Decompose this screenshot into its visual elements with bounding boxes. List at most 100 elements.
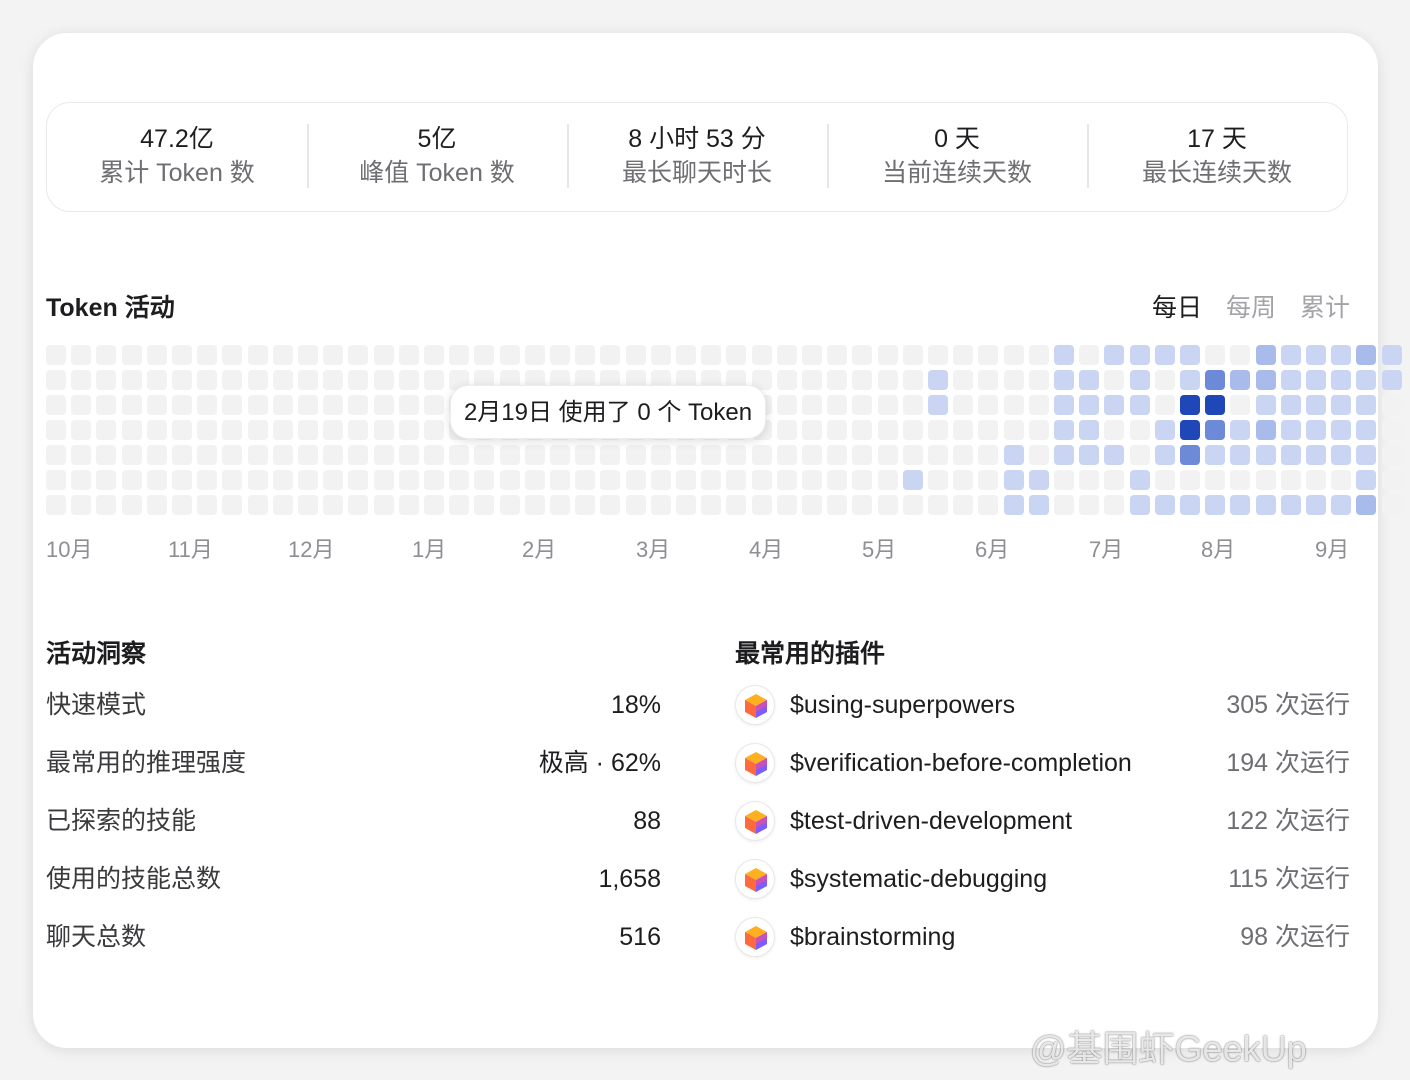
- heatmap-cell[interactable]: [852, 395, 872, 415]
- heatmap-cell[interactable]: [298, 370, 318, 390]
- heatmap-cell[interactable]: [424, 495, 444, 515]
- heatmap-cell[interactable]: [1029, 445, 1049, 465]
- heatmap-cell[interactable]: [399, 495, 419, 515]
- heatmap-cell[interactable]: [903, 395, 923, 415]
- heatmap-cell[interactable]: [1130, 420, 1150, 440]
- heatmap-cell[interactable]: [1256, 395, 1276, 415]
- heatmap-cell[interactable]: [878, 370, 898, 390]
- heatmap-cell[interactable]: [1029, 395, 1049, 415]
- heatmap-cell[interactable]: [122, 495, 142, 515]
- heatmap-cell[interactable]: [71, 470, 91, 490]
- heatmap-cell[interactable]: [248, 420, 268, 440]
- heatmap-cell[interactable]: [424, 370, 444, 390]
- heatmap-cell[interactable]: [676, 495, 696, 515]
- heatmap-cell[interactable]: [147, 370, 167, 390]
- heatmap-cell[interactable]: [852, 370, 872, 390]
- heatmap-cell[interactable]: [1054, 395, 1074, 415]
- heatmap-cell[interactable]: [500, 345, 520, 365]
- heatmap-cell[interactable]: [600, 470, 620, 490]
- heatmap-cell[interactable]: [928, 420, 948, 440]
- heatmap-cell[interactable]: [1104, 395, 1124, 415]
- heatmap-cell[interactable]: [1205, 420, 1225, 440]
- heatmap-cell[interactable]: [1331, 495, 1351, 515]
- heatmap-cell[interactable]: [96, 470, 116, 490]
- heatmap-cell[interactable]: [374, 470, 394, 490]
- heatmap-cell[interactable]: [1130, 370, 1150, 390]
- heatmap-cell[interactable]: [802, 395, 822, 415]
- heatmap-cell[interactable]: [197, 395, 217, 415]
- heatmap-cell[interactable]: [348, 495, 368, 515]
- heatmap-cell[interactable]: [147, 470, 167, 490]
- heatmap-cell[interactable]: [399, 420, 419, 440]
- heatmap-cell[interactable]: [827, 420, 847, 440]
- heatmap-cell[interactable]: [1382, 445, 1402, 465]
- heatmap-cell[interactable]: [1230, 420, 1250, 440]
- heatmap-cell[interactable]: [273, 445, 293, 465]
- heatmap-cell[interactable]: [878, 495, 898, 515]
- heatmap-cell[interactable]: [197, 495, 217, 515]
- heatmap-cell[interactable]: [1079, 370, 1099, 390]
- heatmap-cell[interactable]: [147, 420, 167, 440]
- tab-weekly[interactable]: 每周: [1226, 288, 1276, 324]
- heatmap-cell[interactable]: [348, 445, 368, 465]
- heatmap-cell[interactable]: [550, 345, 570, 365]
- heatmap-cell[interactable]: [1331, 420, 1351, 440]
- heatmap-cell[interactable]: [1029, 470, 1049, 490]
- heatmap-cell[interactable]: [752, 345, 772, 365]
- heatmap-cell[interactable]: [424, 395, 444, 415]
- heatmap-cell[interactable]: [575, 495, 595, 515]
- heatmap-cell[interactable]: [248, 345, 268, 365]
- heatmap-cell[interactable]: [827, 445, 847, 465]
- heatmap-cell[interactable]: [550, 470, 570, 490]
- heatmap-cell[interactable]: [1029, 420, 1049, 440]
- heatmap-cell[interactable]: [474, 470, 494, 490]
- heatmap-cell[interactable]: [1281, 470, 1301, 490]
- heatmap-cell[interactable]: [550, 445, 570, 465]
- heatmap-cell[interactable]: [449, 470, 469, 490]
- heatmap-cell[interactable]: [878, 470, 898, 490]
- heatmap-cell[interactable]: [1004, 495, 1024, 515]
- heatmap-cell[interactable]: [1281, 495, 1301, 515]
- plugin-name[interactable]: $using-superpowers: [790, 688, 1015, 722]
- heatmap-cell[interactable]: [46, 495, 66, 515]
- heatmap-cell[interactable]: [298, 395, 318, 415]
- heatmap-cell[interactable]: [298, 445, 318, 465]
- heatmap-cell[interactable]: [1281, 420, 1301, 440]
- heatmap-cell[interactable]: [1256, 445, 1276, 465]
- heatmap-cell[interactable]: [1130, 495, 1150, 515]
- heatmap-cell[interactable]: [424, 445, 444, 465]
- heatmap-cell[interactable]: [1155, 420, 1175, 440]
- heatmap-cell[interactable]: [1306, 495, 1326, 515]
- heatmap-cell[interactable]: [449, 345, 469, 365]
- heatmap-cell[interactable]: [777, 495, 797, 515]
- heatmap-cell[interactable]: [852, 345, 872, 365]
- heatmap-cell[interactable]: [1230, 495, 1250, 515]
- heatmap-cell[interactable]: [852, 495, 872, 515]
- heatmap-cell[interactable]: [575, 345, 595, 365]
- heatmap-cell[interactable]: [827, 370, 847, 390]
- heatmap-cell[interactable]: [197, 445, 217, 465]
- heatmap-cell[interactable]: [1281, 370, 1301, 390]
- heatmap-cell[interactable]: [46, 420, 66, 440]
- heatmap-cell[interactable]: [1180, 470, 1200, 490]
- heatmap-cell[interactable]: [1356, 370, 1376, 390]
- heatmap-cell[interactable]: [726, 470, 746, 490]
- heatmap-cell[interactable]: [172, 395, 192, 415]
- heatmap-cell[interactable]: [878, 395, 898, 415]
- heatmap-cell[interactable]: [701, 470, 721, 490]
- heatmap-cell[interactable]: [1180, 370, 1200, 390]
- heatmap-cell[interactable]: [474, 495, 494, 515]
- heatmap-cell[interactable]: [1281, 395, 1301, 415]
- heatmap-cell[interactable]: [348, 370, 368, 390]
- heatmap-cell[interactable]: [248, 470, 268, 490]
- heatmap-cell[interactable]: [374, 445, 394, 465]
- heatmap-cell[interactable]: [953, 420, 973, 440]
- heatmap-cell[interactable]: [248, 445, 268, 465]
- heatmap-cell[interactable]: [626, 445, 646, 465]
- heatmap-cell[interactable]: [323, 445, 343, 465]
- heatmap-cell[interactable]: [1356, 445, 1376, 465]
- heatmap-cell[interactable]: [273, 470, 293, 490]
- heatmap-cell[interactable]: [71, 345, 91, 365]
- heatmap-cell[interactable]: [1029, 495, 1049, 515]
- heatmap-cell[interactable]: [1079, 445, 1099, 465]
